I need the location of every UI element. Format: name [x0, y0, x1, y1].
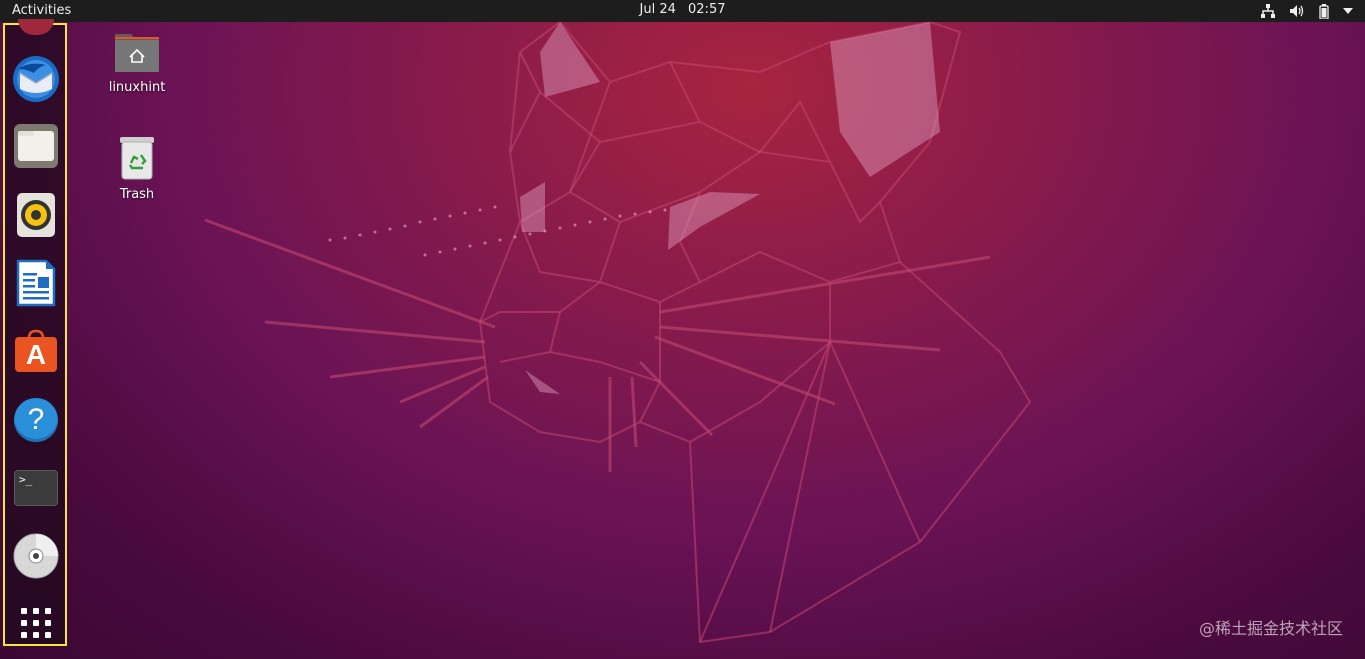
- battery-icon[interactable]: [1319, 3, 1329, 19]
- system-menu-arrow-icon[interactable]: [1343, 7, 1353, 15]
- cat-wallpaper-art: [204, 22, 1032, 644]
- help-glyph: ?: [27, 403, 45, 436]
- home-folder-icon: [115, 34, 159, 72]
- optical-disc-icon: [13, 533, 59, 579]
- software-glyph: A: [25, 339, 47, 370]
- dock-item-rhythmbox[interactable]: [10, 189, 62, 241]
- system-tray[interactable]: [1261, 0, 1353, 22]
- dock-item-show-applications[interactable]: [10, 597, 62, 649]
- clock-button[interactable]: Jul 24 02:57: [0, 0, 1365, 20]
- terminal-prompt: >_: [19, 473, 33, 486]
- dock-item-ubuntu-software[interactable]: A: [10, 325, 62, 377]
- dock-item-libreoffice-writer[interactable]: [10, 257, 62, 309]
- watermark-text: @稀土掘金技术社区: [1198, 619, 1343, 638]
- network-icon[interactable]: [1261, 4, 1275, 18]
- dock-item-terminal[interactable]: >_: [10, 462, 62, 514]
- thunderbird-mail-icon: [13, 56, 59, 102]
- trash-icon: [120, 137, 154, 180]
- clock-date: Jul 24: [639, 2, 676, 17]
- desktop-wallpaper[interactable]: [0, 22, 1365, 659]
- dock-item-thunderbird[interactable]: [10, 53, 62, 105]
- desktop-icon-label: Trash: [119, 187, 155, 202]
- desktop-icon-label: linuxhint: [108, 80, 166, 95]
- dock: A ? >_: [3, 19, 67, 649]
- rhythmbox-speaker-icon: [17, 193, 55, 237]
- writer-document-icon: [16, 259, 56, 307]
- app-grid-icon: [21, 608, 51, 638]
- desktop-icon-trash[interactable]: Trash: [99, 135, 175, 202]
- partial-app-icon[interactable]: [18, 19, 54, 35]
- volume-icon[interactable]: [1289, 4, 1305, 18]
- dock-item-files[interactable]: [10, 120, 62, 172]
- top-bar: Activities Jul 24 02:57: [0, 0, 1365, 22]
- clock-time: 02:57: [688, 2, 726, 17]
- desktop-icon-home[interactable]: linuxhint: [99, 30, 175, 95]
- terminal-icon: >_: [14, 470, 58, 506]
- dock-item-disc[interactable]: [10, 530, 62, 582]
- dock-item-help[interactable]: ?: [10, 394, 62, 446]
- help-question-icon: ?: [14, 398, 58, 442]
- files-folder-icon: [14, 124, 58, 168]
- software-store-icon: A: [14, 329, 58, 373]
